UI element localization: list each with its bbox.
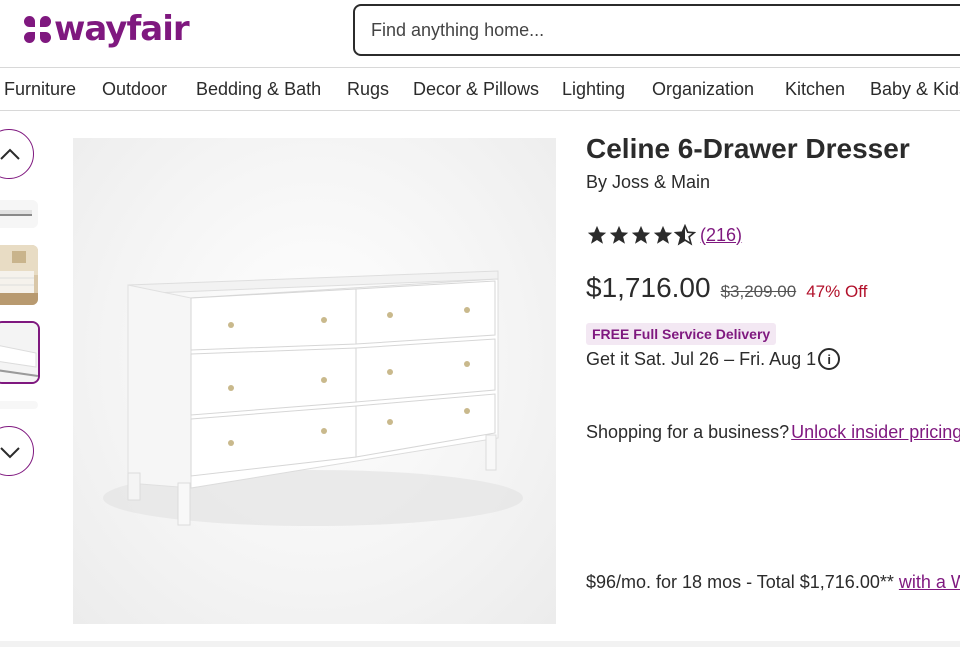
nav-item-baby-kids[interactable]: Baby & Kids <box>870 79 960 100</box>
thumbnail-3-selected[interactable] <box>0 321 40 384</box>
sale-price: $1,716.00 <box>586 272 711 303</box>
nav-item-organization[interactable]: Organization <box>652 79 754 100</box>
star-half-icon <box>674 224 696 246</box>
thumbnail-1[interactable] <box>0 200 38 228</box>
star-full-icon <box>609 225 629 244</box>
page-divider <box>0 641 960 647</box>
unlock-insider-pricing-link[interactable]: Unlock insider pricing <box>791 422 960 442</box>
nav-item-rugs[interactable]: Rugs <box>347 79 389 100</box>
nav-item-outdoor[interactable]: Outdoor <box>102 79 167 100</box>
thumbnail-4[interactable] <box>0 401 38 409</box>
chevron-down-icon <box>0 447 20 459</box>
thumbnail-scroll-up-button[interactable] <box>0 129 34 179</box>
nav-item-furniture[interactable]: Furniture <box>4 79 76 100</box>
business-pricing: Shopping for a business? Unlock insider p… <box>586 422 960 443</box>
financing-offer: $96/mo. for 18 mos - Total $1,716.00** w… <box>586 572 960 593</box>
dresser-illustration <box>103 270 523 526</box>
financing-text: $96/mo. for 18 mos - Total $1,716.00** <box>586 572 894 592</box>
nav-item-decor-pillows[interactable]: Decor & Pillows <box>413 79 539 100</box>
search-input[interactable] <box>371 6 951 54</box>
thumbnail-dresser-detail-image <box>0 323 38 382</box>
product-title: Celine 6-Drawer Dresser <box>586 133 910 164</box>
price-row: $1,716.00 $3,209.00 47% Off <box>586 272 867 304</box>
delivery-date-text: Get it Sat. Jul 26 – Fri. Aug 1 <box>586 348 817 369</box>
thumbnail-room-scene-image <box>0 245 38 305</box>
delivery-date: Get it Sat. Jul 26 – Fri. Aug 1 i <box>586 348 841 370</box>
category-nav: Furniture Outdoor Bedding & Bath Rugs De… <box>0 67 960 111</box>
main-product-image[interactable] <box>73 138 556 624</box>
site-header: wayfair <box>0 0 960 64</box>
chevron-up-icon <box>0 148 20 160</box>
star-full-icon <box>631 225 651 244</box>
thumbnail-scroll-down-button[interactable] <box>0 426 34 476</box>
nav-item-bedding-bath[interactable]: Bedding & Bath <box>196 79 321 100</box>
product-brand[interactable]: By Joss & Main <box>586 172 710 193</box>
delivery-badge: FREE Full Service Delivery <box>586 323 777 345</box>
star-full-icon <box>653 225 673 244</box>
financing-link[interactable]: with a W <box>899 572 960 592</box>
search-bar[interactable] <box>353 4 960 56</box>
original-price: $3,209.00 <box>720 282 797 301</box>
nav-item-kitchen[interactable]: Kitchen <box>785 79 845 100</box>
logo-text: wayfair <box>54 9 190 49</box>
business-text: Shopping for a business? <box>586 422 790 442</box>
nav-item-lighting[interactable]: Lighting <box>562 79 625 100</box>
review-count-link[interactable]: (216) <box>700 225 742 246</box>
wayfair-logo[interactable]: wayfair <box>24 9 190 49</box>
thumbnail-2[interactable] <box>0 245 38 305</box>
rating-stars[interactable]: (216) <box>586 224 742 246</box>
discount-badge: 47% Off <box>806 282 868 301</box>
info-icon[interactable]: i <box>818 348 841 370</box>
thumbnail-dresser-side-image <box>0 200 38 228</box>
star-full-icon <box>587 225 607 244</box>
logo-mark-icon <box>24 15 51 43</box>
